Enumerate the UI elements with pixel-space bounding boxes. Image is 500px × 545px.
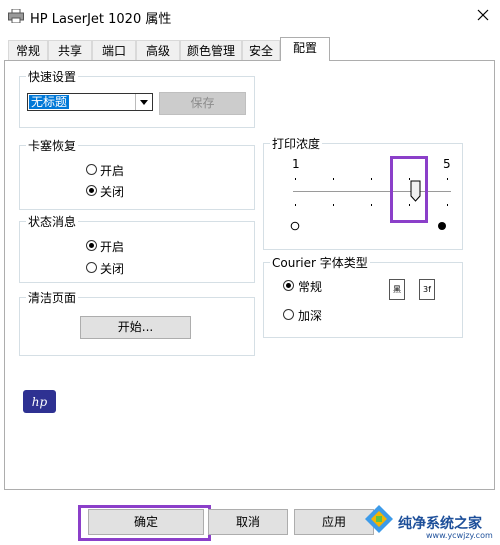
density-light-icon <box>290 221 300 231</box>
tab-sharing[interactable]: 共享 <box>48 40 92 60</box>
watermark-name: 纯净系统之家 <box>398 516 482 532</box>
density-tick <box>333 204 334 206</box>
jam-recovery-on-radio[interactable] <box>86 164 97 175</box>
courier-dark-label: 加深 <box>298 309 323 323</box>
status-message-off-label: 关闭 <box>100 262 125 276</box>
density-tick <box>295 204 296 206</box>
tab-configuration[interactable]: 配置 <box>280 37 330 61</box>
courier-regular-radio[interactable] <box>283 280 294 291</box>
density-tick <box>447 178 448 180</box>
jam-recovery-label: 卡塞恢复 <box>26 137 79 154</box>
chevron-down-icon[interactable] <box>135 94 152 110</box>
jam-recovery-off-radio[interactable] <box>86 185 97 196</box>
density-min-label: 1 <box>292 157 300 171</box>
quick-settings-label: 快速设置 <box>26 68 79 85</box>
svg-text:hp: hp <box>32 395 48 409</box>
clean-page-label: 清洁页面 <box>26 289 79 306</box>
courier-group: Courier 字体类型 <box>263 254 463 338</box>
save-button[interactable]: 保存 <box>159 92 246 115</box>
density-max-label: 5 <box>443 157 451 171</box>
tab-general[interactable]: 常规 <box>8 40 48 60</box>
quick-settings-value: 无标题 <box>29 95 70 109</box>
cancel-button[interactable]: 取消 <box>208 509 288 535</box>
density-highlight-box <box>390 156 428 223</box>
status-message-off-radio[interactable] <box>86 262 97 273</box>
tab-advanced[interactable]: 高级 <box>136 40 180 60</box>
ok-highlight-box <box>78 505 211 541</box>
hp-logo: hp <box>23 390 56 413</box>
status-message-group: 状态消息 <box>19 213 255 283</box>
start-cleaning-button[interactable]: 开始... <box>80 316 191 339</box>
tab-color-management[interactable]: 颜色管理 <box>180 40 242 60</box>
density-tick <box>371 178 372 180</box>
watermark-url: www.ycwjzy.com <box>426 531 493 540</box>
density-dark-icon <box>438 222 446 230</box>
courier-regular-sample-icon: 黑 <box>389 279 405 300</box>
density-tick <box>333 178 334 180</box>
printer-icon <box>8 9 24 23</box>
courier-dark-sample-icon: 3f <box>419 279 435 300</box>
density-tick <box>447 204 448 206</box>
print-density-label: 打印浓度 <box>270 135 323 152</box>
courier-regular-label: 常规 <box>298 280 323 294</box>
tab-ports[interactable]: 端口 <box>92 40 136 60</box>
density-tick <box>371 204 372 206</box>
jam-recovery-off-label: 关闭 <box>100 185 125 199</box>
density-tick <box>295 178 296 180</box>
tab-security[interactable]: 安全 <box>242 40 280 60</box>
jam-recovery-group: 卡塞恢复 <box>19 137 255 210</box>
quick-settings-combo[interactable]: 无标题 <box>27 93 153 111</box>
courier-label: Courier 字体类型 <box>270 254 370 271</box>
status-message-on-radio[interactable] <box>86 240 97 251</box>
status-message-on-label: 开启 <box>100 240 125 254</box>
watermark-logo <box>365 505 393 533</box>
close-icon[interactable] <box>474 6 492 24</box>
jam-recovery-on-label: 开启 <box>100 164 125 178</box>
window-title: HP LaserJet 1020 属性 <box>30 12 172 27</box>
courier-dark-radio[interactable] <box>283 309 294 320</box>
status-message-label: 状态消息 <box>26 213 79 230</box>
